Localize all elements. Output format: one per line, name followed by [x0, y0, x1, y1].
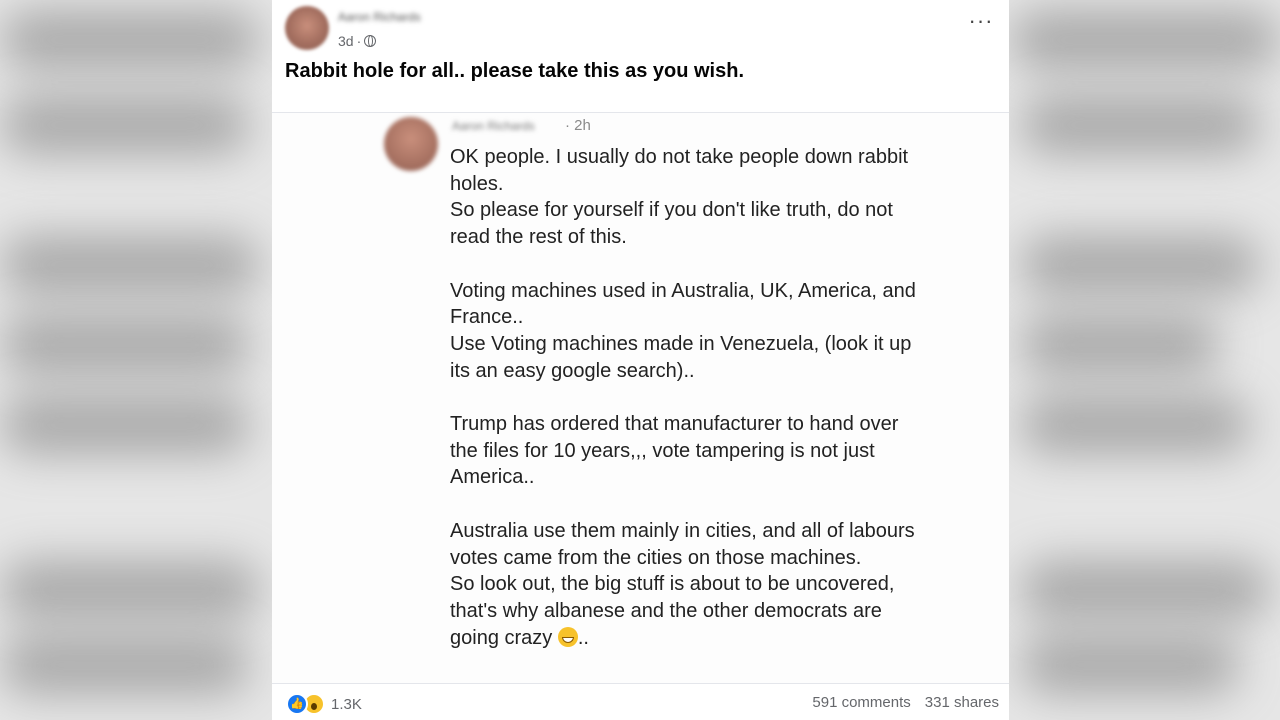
author-avatar[interactable]: [285, 6, 329, 50]
post-time[interactable]: 3d: [338, 33, 354, 49]
post-card: Aaron Richards 3d · ··· Rabbit hole for …: [272, 0, 1009, 720]
reaction-count: 1.3K: [331, 695, 362, 713]
comments-count-link[interactable]: 591 comments: [812, 694, 910, 711]
like-icon: 👍: [286, 693, 308, 715]
comment-body: OK people. I usually do not take people …: [450, 144, 920, 651]
author-name[interactable]: Aaron Richards: [338, 10, 421, 24]
comment-paragraph-last: Australia use them mainly in cities, and…: [450, 518, 920, 652]
engagement-stats: 591 comments 331 shares: [812, 694, 999, 711]
post-meta: 3d ·: [338, 33, 377, 49]
comment-author-avatar: [384, 117, 438, 171]
post-footer: 👍 1.3K 591 comments 331 shares: [272, 683, 1009, 720]
comment-paragraph: OK people. I usually do not take people …: [450, 146, 909, 249]
comment-paragraph-text: Australia use them mainly in cities, and…: [450, 519, 915, 649]
shares-count-link[interactable]: 331 shares: [925, 694, 999, 711]
grinning-emoji-icon: [557, 626, 578, 647]
comment-paragraph: Voting machines used in Australia, UK, A…: [450, 279, 916, 382]
more-options-button[interactable]: ···: [965, 10, 997, 38]
comment-paragraph: Trump has ordered that manufacturer to h…: [450, 413, 899, 489]
comment-ending: ..: [577, 626, 589, 649]
post-header: Aaron Richards 3d · ··· Rabbit hole for …: [272, 0, 1009, 112]
reactions-summary[interactable]: 👍 1.3K: [286, 693, 362, 715]
post-text: Rabbit hole for all.. please take this a…: [285, 60, 745, 82]
shared-comment-screenshot[interactable]: Aaron Richards · 2h OK people. I usually…: [272, 113, 1009, 683]
comment-time: · 2h: [565, 117, 591, 134]
meta-separator: ·: [356, 33, 362, 49]
comment-author-name: Aaron Richards: [452, 119, 535, 133]
globe-icon: [364, 35, 377, 47]
